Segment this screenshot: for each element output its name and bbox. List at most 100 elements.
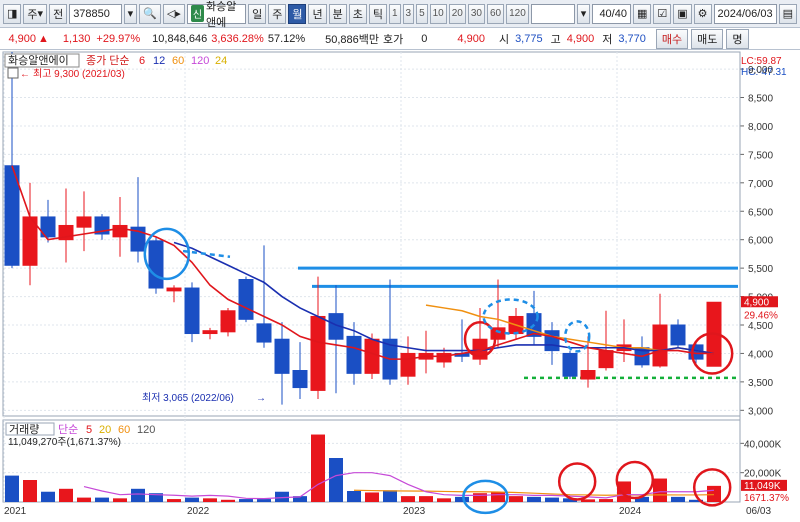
last-price-tag-text: 4,900: [744, 297, 769, 308]
buy-button[interactable]: 매수: [655, 28, 689, 49]
sin-badge: 신: [190, 5, 205, 22]
volume-bar: [419, 496, 433, 502]
tab-minute[interactable]: 분: [328, 3, 347, 24]
interval-input[interactable]: [530, 3, 575, 24]
volume-bar: [473, 493, 487, 502]
interval-20[interactable]: 20: [448, 3, 466, 24]
stock-code-input[interactable]: 378850: [69, 3, 122, 24]
candle-body: [274, 338, 290, 374]
tab-tick[interactable]: 틱: [368, 3, 387, 24]
candle-body: [112, 224, 128, 238]
interval-10[interactable]: 10: [429, 3, 447, 24]
price-tick-label: 7,500: [748, 150, 773, 161]
vol-tick-40000k: 40,000K: [744, 439, 782, 450]
volume-bar: [167, 499, 181, 502]
jeon-button[interactable]: 전: [49, 3, 68, 24]
trading-amount: 50,886백만: [325, 33, 380, 46]
ma-legend-24: 24: [215, 55, 227, 67]
price-tick-label: 3,500: [748, 378, 773, 389]
sound-icon[interactable]: ◁▸: [162, 3, 185, 24]
volume-bar: [221, 499, 235, 502]
volume-bar: [41, 491, 55, 502]
volume-bar: [311, 434, 325, 502]
count-field[interactable]: 40/40: [592, 3, 631, 24]
max-annotation: 최고 9,300 (2021/03): [33, 68, 125, 80]
candle-body: [292, 370, 308, 389]
chart-check-icon[interactable]: ☑: [653, 3, 672, 24]
volume-ratio: 3,636.28%: [211, 32, 264, 45]
volume-title: 거래량: [9, 423, 39, 436]
ma-legend-6: 6: [139, 55, 145, 67]
candle-body: [670, 324, 686, 346]
chart-settings-icon[interactable]: [7, 67, 19, 79]
volume-info: 11,049,270주(1,671.37%): [8, 437, 121, 448]
tab-year[interactable]: 년: [308, 3, 327, 24]
tab-week[interactable]: 주: [268, 3, 287, 24]
interval-60[interactable]: 60: [487, 3, 505, 24]
volume-value: 10,848,646: [152, 32, 208, 45]
volume-bar: [455, 496, 469, 502]
volume-bar: [671, 496, 685, 502]
volume-bar: [23, 480, 37, 502]
gear-icon[interactable]: ⚙: [693, 3, 712, 24]
interval-120[interactable]: 120: [506, 3, 529, 24]
ma-legend-120: 120: [191, 55, 209, 67]
price-change: 1,130: [62, 32, 91, 45]
price-tick-label: 8,000: [748, 122, 773, 133]
grid-icon[interactable]: ▦: [632, 3, 652, 24]
interval-3[interactable]: 3: [402, 3, 415, 24]
last-volume-pct: 1671.37%: [744, 493, 789, 504]
open-label: 시: [498, 33, 510, 46]
tab-second[interactable]: 초: [348, 3, 367, 24]
price-tick-label: 6,500: [748, 207, 773, 218]
volume-bar: [59, 488, 73, 502]
candle-body: [580, 370, 596, 380]
alt-button[interactable]: 명: [726, 28, 749, 49]
current-price: 4,900: [8, 32, 36, 45]
volume-bar: [329, 458, 343, 502]
min-annotation: 최저 3,065 (2022/06): [142, 392, 234, 404]
price-tick-label: 8,500: [748, 94, 773, 105]
volume-bar: [527, 496, 541, 502]
dropdown-icon[interactable]: ▾: [123, 3, 138, 24]
calendar-icon[interactable]: ▤: [778, 3, 797, 24]
x-label-2022: 2022: [187, 506, 210, 517]
volume-bar: [707, 485, 721, 502]
interval-30[interactable]: 30: [467, 3, 485, 24]
volume-bar: [599, 499, 613, 502]
stock-chart[interactable]: 화승알앤에이 종가 단순 6 12 60 120 24 ← 최고 9,300 (…: [0, 50, 800, 519]
tab-day[interactable]: 일: [248, 3, 267, 24]
vol-legend-20: 20: [99, 424, 111, 436]
interval-1[interactable]: 1: [388, 3, 401, 24]
toolbar-menu-icon[interactable]: ◨: [3, 3, 22, 24]
tab-month[interactable]: 월: [288, 3, 307, 24]
volume-bar: [113, 498, 127, 502]
up-arrow-icon: ▲: [38, 32, 49, 45]
vol-legend-120: 120: [137, 424, 155, 436]
y-tick-labels: 9,000 8,500 8,000 7,500 7,000 6,500 6,000 5,500…: [748, 65, 773, 417]
volume-bar: [203, 498, 217, 502]
interval-5[interactable]: 5: [416, 3, 428, 24]
low-label: 저: [602, 33, 613, 46]
chart-area: 화승알앤에이 종가 단순 6 12 60 120 24 ← 최고 9,300 (…: [0, 50, 800, 519]
quote-price: 4,900: [457, 32, 485, 45]
search-icon[interactable]: 🔍: [139, 3, 161, 24]
price-tick-label: 9,000: [748, 65, 773, 76]
price-tick-label: 3,000: [748, 406, 773, 417]
candle-body: [652, 324, 668, 367]
turnover-rate: 57.12%: [267, 32, 306, 45]
date-field[interactable]: 2024/06/03: [713, 3, 777, 24]
candle-body: [184, 287, 200, 335]
candle-body: [202, 330, 218, 335]
candle-body: [238, 279, 254, 320]
sell-button[interactable]: 매도: [691, 28, 724, 49]
stock-name-field[interactable]: 신 화승알앤에: [186, 1, 247, 29]
x-label-2021: 2021: [4, 506, 27, 517]
interval-dropdown-icon[interactable]: ▾: [576, 3, 591, 24]
vol-legend-60: 60: [118, 424, 130, 436]
period-select[interactable]: 주 ▾: [23, 3, 48, 24]
volume-bar: [185, 497, 199, 502]
save-icon[interactable]: ▣: [673, 3, 692, 24]
price-tick-label: 4,000: [748, 349, 773, 360]
min-arrow-icon: →: [256, 393, 266, 404]
